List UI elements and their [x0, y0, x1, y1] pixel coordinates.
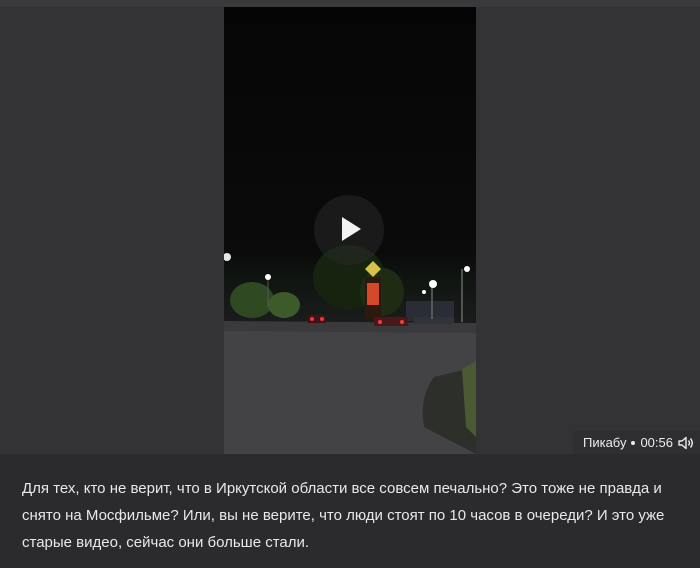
video-info-badge: Пикабу 00:56	[572, 431, 700, 454]
separator-dot	[631, 440, 636, 445]
play-icon	[342, 217, 361, 241]
video-frame[interactable]	[224, 7, 476, 454]
post-caption: Для тех, кто не верит, что в Иркутской о…	[22, 480, 665, 551]
play-button[interactable]	[314, 195, 384, 265]
video-duration: 00:56	[640, 435, 673, 450]
volume-icon[interactable]	[678, 436, 694, 450]
video-source-label: Пикабу	[582, 435, 627, 450]
top-strip	[0, 0, 700, 7]
video-player[interactable]: Пикабу 00:56	[0, 7, 700, 454]
